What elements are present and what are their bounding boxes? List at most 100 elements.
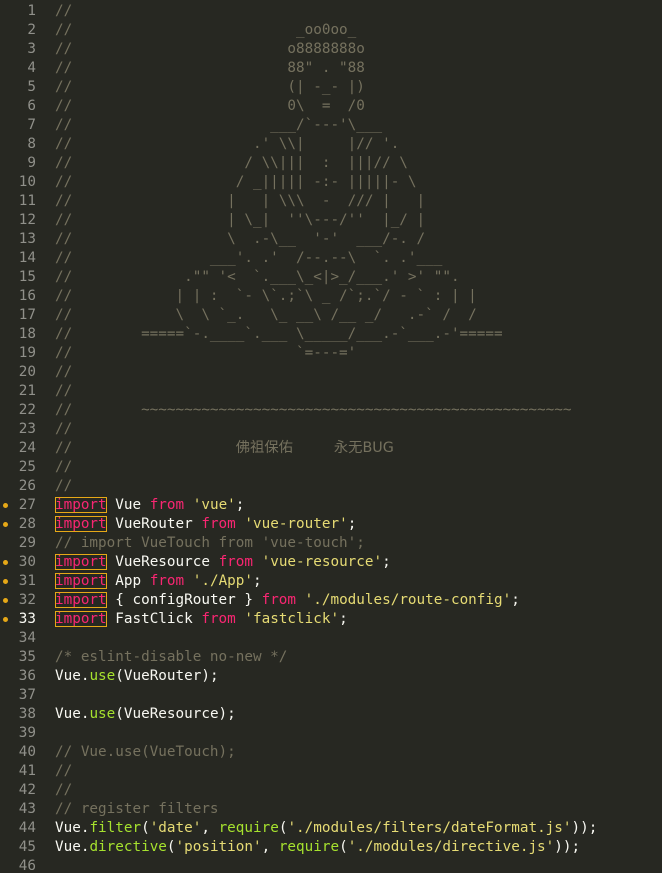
- code-token: // | | : `- \`.;`\ _ /`;.`/ - ` : | |: [55, 288, 477, 304]
- code-line[interactable]: 22 // ~~~~~~~~~~~~~~~~~~~~~~~~~~~~~~~~~~~…: [0, 401, 662, 420]
- line-content[interactable]: Vue.directive('position', require('./mod…: [36, 838, 662, 857]
- line-content[interactable]: //: [36, 477, 662, 496]
- line-content[interactable]: Vue.filter('date', require('./modules/fi…: [36, 819, 662, 838]
- line-content[interactable]: // | | : `- \`.;`\ _ /`;.`/ - ` : | |: [36, 287, 662, 306]
- line-content[interactable]: // =====`-.____`.___ \_____/___.-`___.-'…: [36, 325, 662, 344]
- code-line[interactable]: 41 //: [0, 762, 662, 781]
- line-number-label: 14: [18, 250, 36, 266]
- line-content[interactable]: //: [36, 382, 662, 401]
- code-line[interactable]: 17 // \ \ `_. \_ __\ /__ _/ .-` / /: [0, 306, 662, 325]
- line-content[interactable]: import App from './App';: [36, 572, 662, 591]
- code-line[interactable]: 9 // / \\||| : |||// \: [0, 154, 662, 173]
- line-content[interactable]: // 佛祖保佑 永无BUG: [36, 439, 662, 458]
- code-line[interactable]: 14 // ___'. .' /--.--\ `. .'___: [0, 249, 662, 268]
- line-content[interactable]: import Vue from 'vue';: [36, 496, 662, 515]
- code-line[interactable]: 44 Vue.filter('date', require('./modules/…: [0, 819, 662, 838]
- code-line[interactable]: 36 Vue.use(VueRouter);: [0, 667, 662, 686]
- code-line[interactable]: 38 Vue.use(VueResource);: [0, 705, 662, 724]
- line-content[interactable]: // 88" . "88: [36, 59, 662, 78]
- line-content[interactable]: [36, 629, 662, 648]
- line-content[interactable]: // o8888888o: [36, 40, 662, 59]
- line-number: 4: [0, 59, 36, 78]
- line-content[interactable]: // `=---=': [36, 344, 662, 363]
- line-content[interactable]: [36, 857, 662, 873]
- line-content[interactable]: //: [36, 420, 662, 439]
- code-line[interactable]: 30 import VueResource from 'vue-resource'…: [0, 553, 662, 572]
- code-line[interactable]: 5 // (| -_- |): [0, 78, 662, 97]
- line-content[interactable]: [36, 724, 662, 743]
- line-content[interactable]: import VueRouter from 'vue-router';: [36, 515, 662, 534]
- code-line[interactable]: 39: [0, 724, 662, 743]
- code-line[interactable]: 27 import Vue from 'vue';: [0, 496, 662, 515]
- code-line[interactable]: 18 // =====`-.____`.___ \_____/___.-`___.…: [0, 325, 662, 344]
- code-line[interactable]: 4 // 88" . "88: [0, 59, 662, 78]
- code-line[interactable]: 25 //: [0, 458, 662, 477]
- line-content[interactable]: // (| -_- |): [36, 78, 662, 97]
- line-content[interactable]: // ~~~~~~~~~~~~~~~~~~~~~~~~~~~~~~~~~~~~~…: [36, 401, 662, 420]
- code-line[interactable]: 6 // 0\ = /0: [0, 97, 662, 116]
- line-content[interactable]: import FastClick from 'fastclick';: [36, 610, 662, 629]
- code-line[interactable]: 12 // | \_| ''\---/'' |_/ |: [0, 211, 662, 230]
- code-line[interactable]: 16 // | | : `- \`.;`\ _ /`;.`/ - ` : | |: [0, 287, 662, 306]
- code-line[interactable]: 45 Vue.directive('position', require('./m…: [0, 838, 662, 857]
- code-line[interactable]: 8 // .' \\| |// '.: [0, 135, 662, 154]
- code-line[interactable]: 11 // | | \\\ - /// | |: [0, 192, 662, 211]
- code-line[interactable]: 23 //: [0, 420, 662, 439]
- code-line[interactable]: 21 //: [0, 382, 662, 401]
- code-line[interactable]: 24// 佛祖保佑 永无BUG: [0, 439, 662, 458]
- line-number: 13: [0, 230, 36, 249]
- line-content[interactable]: // 0\ = /0: [36, 97, 662, 116]
- line-content[interactable]: // | | \\\ - /// | |: [36, 192, 662, 211]
- code-line[interactable]: 46: [0, 857, 662, 873]
- code-line[interactable]: 10 // / _||||| -:- |||||- \: [0, 173, 662, 192]
- code-line[interactable]: 7 // ___/`---'\___: [0, 116, 662, 135]
- line-content[interactable]: // import VueTouch from 'vue-touch';: [36, 534, 662, 553]
- code-line[interactable]: 13 // \ .-\__ '-' ___/-. /: [0, 230, 662, 249]
- code-line[interactable]: 1 //: [0, 2, 662, 21]
- line-content[interactable]: // / \\||| : |||// \: [36, 154, 662, 173]
- code-line[interactable]: 20 //: [0, 363, 662, 382]
- line-content[interactable]: import { configRouter } from './modules/…: [36, 591, 662, 610]
- line-content[interactable]: // ___/`---'\___: [36, 116, 662, 135]
- code-line[interactable]: 42 //: [0, 781, 662, 800]
- code-token: //: [55, 421, 73, 437]
- code-line[interactable]: 33 import FastClick from 'fastclick';: [0, 610, 662, 629]
- line-content[interactable]: // | \_| ''\---/'' |_/ |: [36, 211, 662, 230]
- code-line[interactable]: 31 import App from './App';: [0, 572, 662, 591]
- code-line[interactable]: 37: [0, 686, 662, 705]
- code-line[interactable]: 2 // _oo0oo_: [0, 21, 662, 40]
- code-line[interactable]: 28 import VueRouter from 'vue-router';: [0, 515, 662, 534]
- line-content[interactable]: //: [36, 781, 662, 800]
- line-content[interactable]: // register filters: [36, 800, 662, 819]
- code-line[interactable]: 19 // `=---=': [0, 344, 662, 363]
- line-content[interactable]: // _oo0oo_: [36, 21, 662, 40]
- line-content[interactable]: Vue.use(VueRouter);: [36, 667, 662, 686]
- code-line[interactable]: 29 // import VueTouch from 'vue-touch';: [0, 534, 662, 553]
- code-line[interactable]: 32 import { configRouter } from './module…: [0, 591, 662, 610]
- line-content[interactable]: Vue.use(VueResource);: [36, 705, 662, 724]
- line-content[interactable]: // / _||||| -:- |||||- \: [36, 173, 662, 192]
- modified-marker-icon: [3, 579, 8, 584]
- line-content[interactable]: //: [36, 762, 662, 781]
- line-content[interactable]: [36, 686, 662, 705]
- code-editor[interactable]: 1 // 2 // _oo0oo_ 3 // o8888888o 4 // 88" . "88…: [0, 0, 662, 873]
- code-token: // .' \\| |// '.: [55, 136, 400, 152]
- code-line[interactable]: 35 /* eslint-disable no-new */: [0, 648, 662, 667]
- line-content[interactable]: //: [36, 363, 662, 382]
- line-content[interactable]: //: [36, 458, 662, 477]
- code-line[interactable]: 26 //: [0, 477, 662, 496]
- line-content[interactable]: // \ .-\__ '-' ___/-. /: [36, 230, 662, 249]
- code-line[interactable]: 15 // ."" '< `.___\_<|>_/___.' >' "".: [0, 268, 662, 287]
- line-content[interactable]: //: [36, 2, 662, 21]
- line-content[interactable]: // Vue.use(VueTouch);: [36, 743, 662, 762]
- code-line[interactable]: 34: [0, 629, 662, 648]
- line-content[interactable]: import VueResource from 'vue-resource';: [36, 553, 662, 572]
- line-content[interactable]: // ."" '< `.___\_<|>_/___.' >' "".: [36, 268, 662, 287]
- line-content[interactable]: // .' \\| |// '.: [36, 135, 662, 154]
- line-content[interactable]: /* eslint-disable no-new */: [36, 648, 662, 667]
- line-content[interactable]: // ___'. .' /--.--\ `. .'___: [36, 249, 662, 268]
- code-line[interactable]: 43 // register filters: [0, 800, 662, 819]
- code-line[interactable]: 40 // Vue.use(VueTouch);: [0, 743, 662, 762]
- line-content[interactable]: // \ \ `_. \_ __\ /__ _/ .-` / /: [36, 306, 662, 325]
- code-line[interactable]: 3 // o8888888o: [0, 40, 662, 59]
